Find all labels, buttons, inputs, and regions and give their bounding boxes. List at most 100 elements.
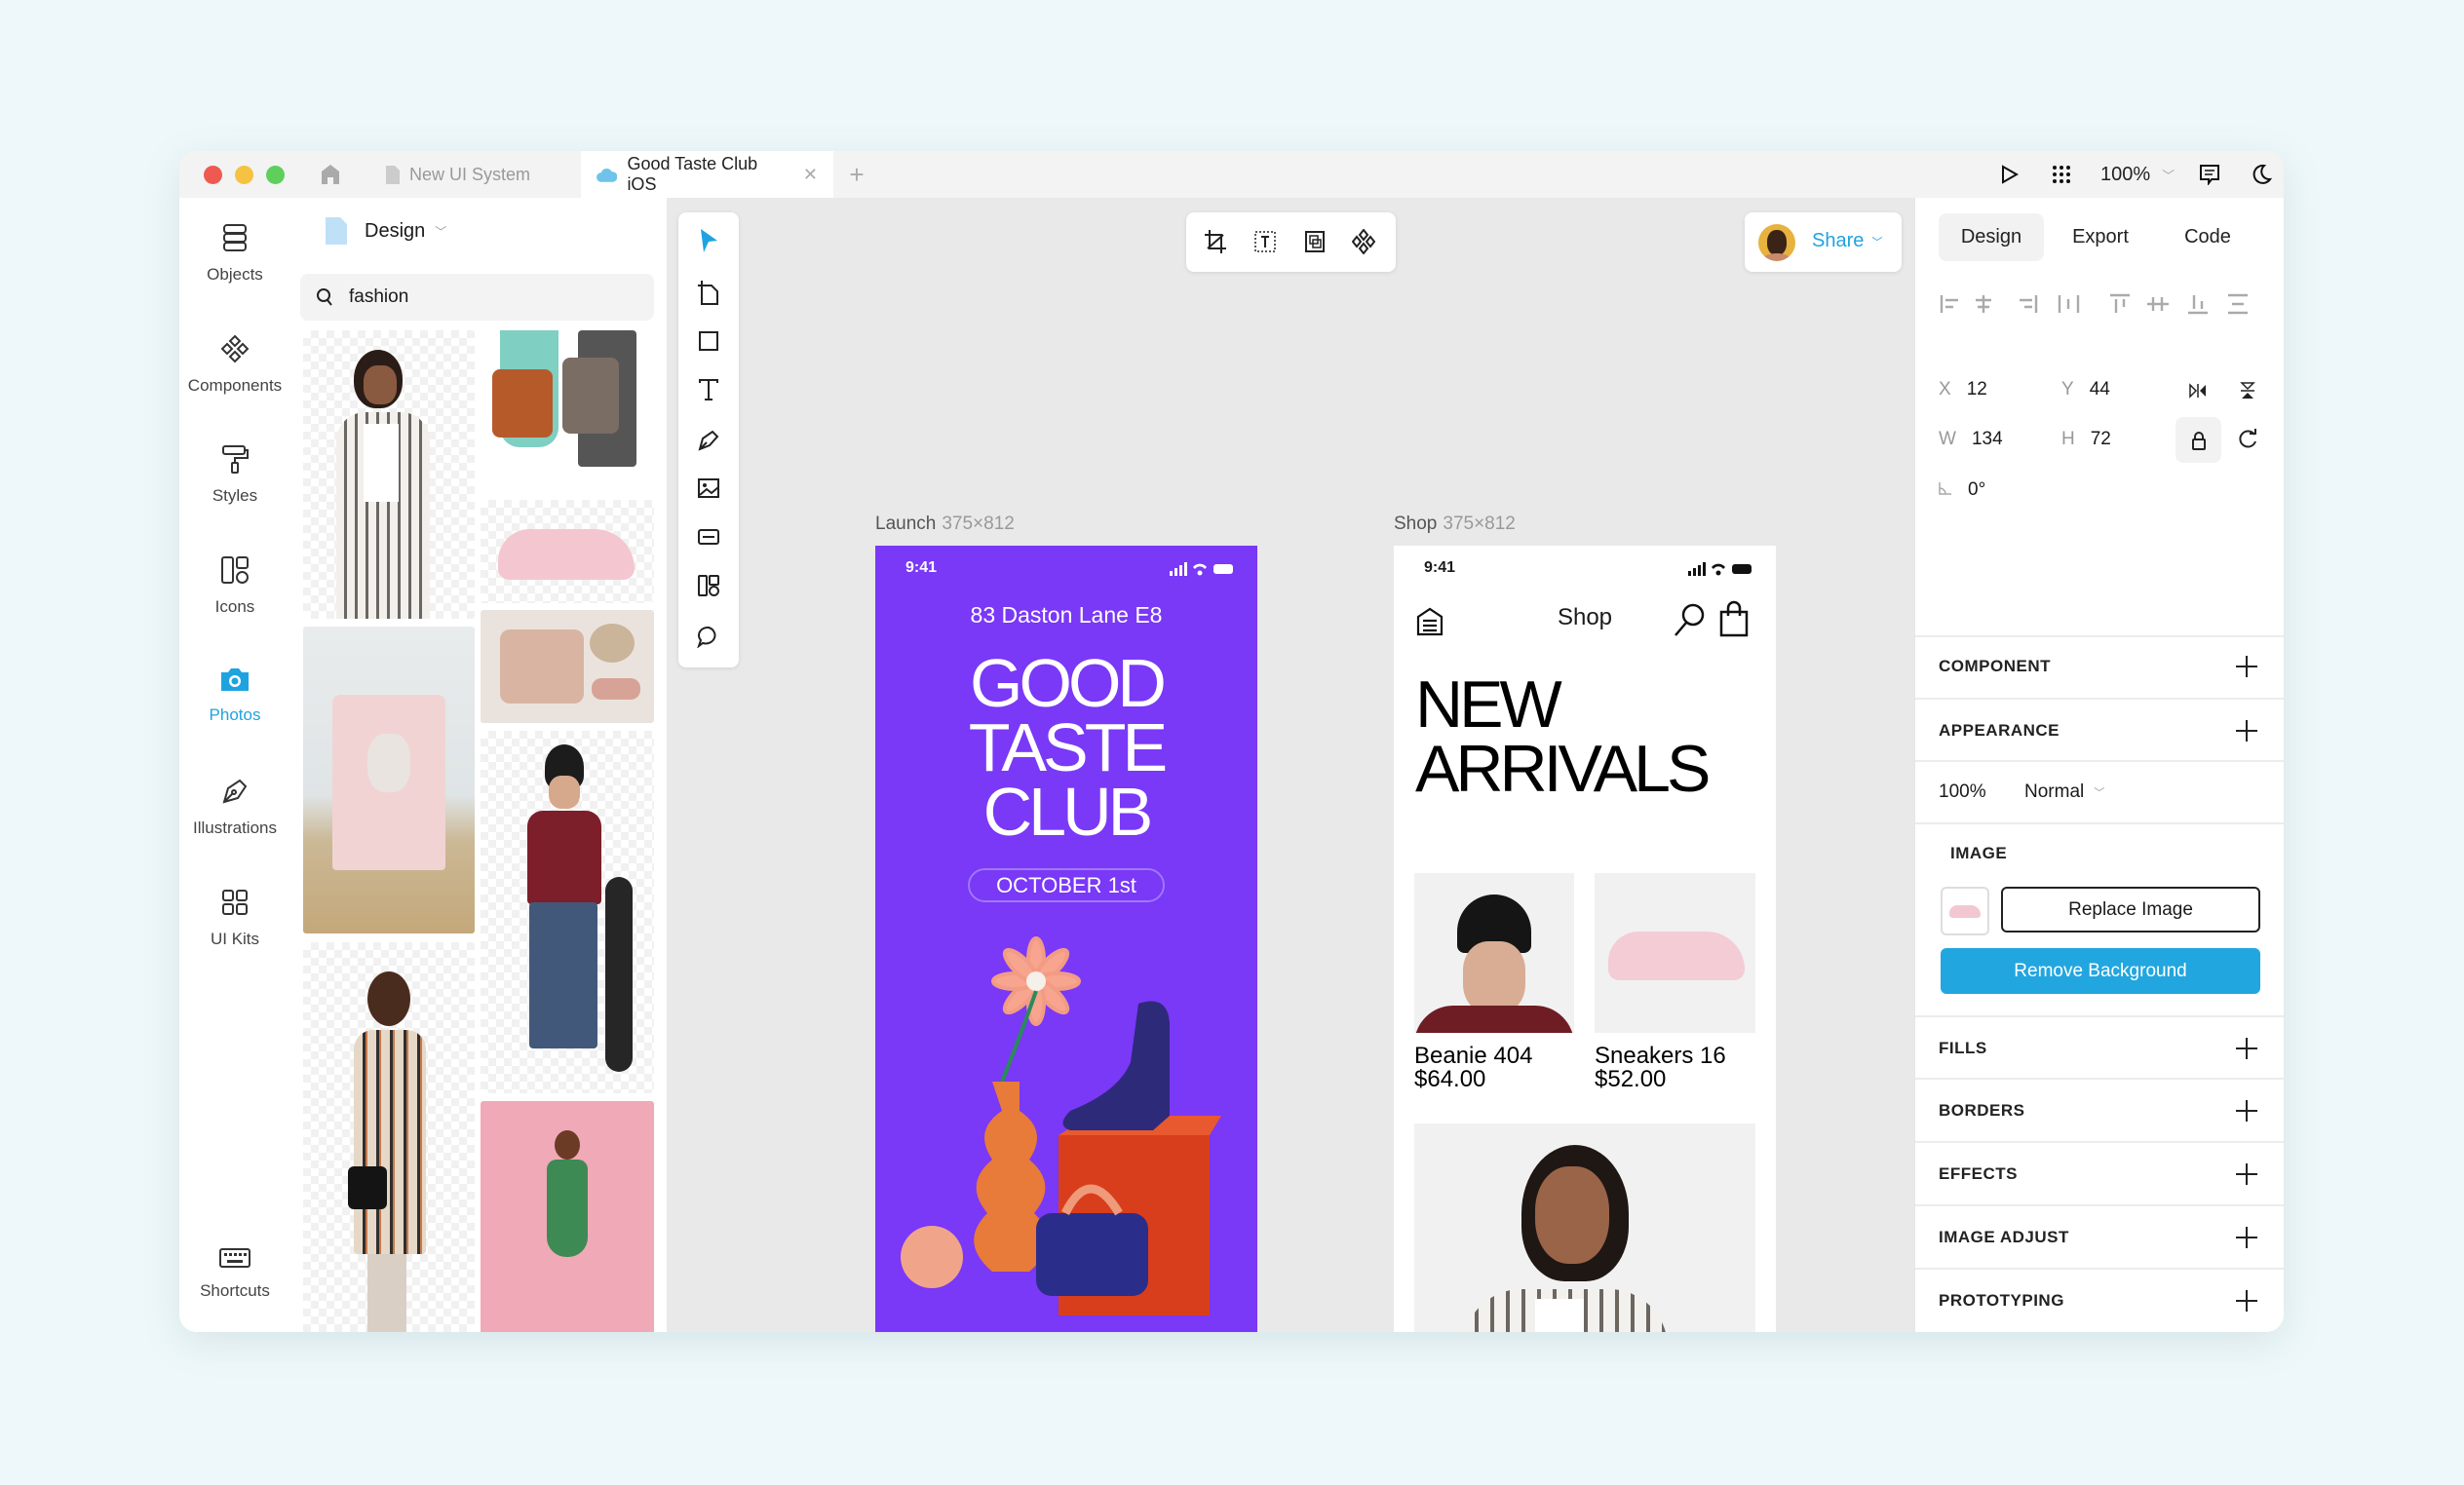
appearance-row: 100% Normal ﹀: [1915, 760, 2284, 822]
text-tool-icon[interactable]: [694, 375, 723, 404]
image-tool-icon[interactable]: [694, 474, 723, 503]
tab-design[interactable]: Design: [1939, 213, 2044, 261]
comment-icon[interactable]: [2198, 163, 2221, 186]
tab-export[interactable]: Export: [2052, 213, 2149, 261]
replace-image-button[interactable]: Replace Image: [2001, 887, 2260, 933]
add-fill-icon[interactable]: [2236, 1038, 2257, 1059]
product-image-beanie[interactable]: [1414, 873, 1574, 1033]
add-component-icon[interactable]: [2236, 656, 2257, 677]
frame-select-icon[interactable]: [1300, 227, 1329, 256]
canvas[interactable]: Share ﹀ Launch 375×812 9:41 83 Daston Lan…: [667, 198, 1914, 1332]
tab-good-taste-club-ios[interactable]: Good Taste Club iOS ✕: [581, 151, 833, 198]
product-sneakers[interactable]: Sneakers 16 $52.00: [1595, 1045, 1726, 1091]
featured-image[interactable]: [1414, 1123, 1755, 1332]
page-selector[interactable]: Design ﹀: [326, 217, 446, 245]
rail-item-illustrations[interactable]: Illustrations: [179, 777, 290, 838]
photo-woman-long-cardigan[interactable]: [303, 942, 475, 1332]
search-icon[interactable]: [1673, 602, 1706, 637]
x-field[interactable]: X 12: [1939, 379, 1987, 400]
cloud-icon: [597, 168, 618, 182]
status-icons: [1170, 562, 1238, 581]
rail-item-photos[interactable]: Photos: [179, 666, 290, 725]
rail-item-objects[interactable]: Objects: [179, 223, 290, 285]
rotate-icon[interactable]: [2236, 428, 2259, 451]
launch-frame[interactable]: 9:41 83 Daston Lane E8 GOOD TASTE CLUB O…: [875, 546, 1257, 1332]
pen-tool-icon[interactable]: [694, 425, 723, 454]
minimize-window-button[interactable]: [235, 166, 253, 184]
rail-item-shortcuts[interactable]: Shortcuts: [179, 1247, 290, 1301]
home-icon[interactable]: [319, 163, 342, 186]
text-box-icon[interactable]: [1251, 227, 1280, 256]
rail-item-styles[interactable]: Styles: [179, 444, 290, 506]
status-icons: [1688, 562, 1756, 581]
share-button[interactable]: Share ﹀: [1812, 230, 1882, 252]
database-icon: [223, 224, 247, 251]
maximize-window-button[interactable]: [266, 166, 285, 184]
section-effects: EFFECTS: [1915, 1141, 2284, 1204]
tab-new-ui-system[interactable]: New UI System: [386, 151, 530, 198]
launch-title: GOOD TASTE CLUB: [968, 645, 1168, 850]
avatar[interactable]: [1758, 224, 1795, 261]
moon-icon[interactable]: [2250, 163, 2273, 186]
add-border-icon[interactable]: [2236, 1100, 2257, 1122]
blend-mode-dropdown[interactable]: Normal ﹀: [2024, 781, 2104, 803]
h-field[interactable]: H 72: [2061, 429, 2111, 450]
crop-icon[interactable]: [1201, 227, 1230, 256]
rail-item-ui-kits[interactable]: UI Kits: [179, 888, 290, 949]
rail-item-icons[interactable]: Icons: [179, 555, 290, 617]
add-prototyping-icon[interactable]: [2236, 1290, 2257, 1312]
distribute-v-icon: [2228, 293, 2248, 315]
lock-aspect-icon[interactable]: [2175, 417, 2221, 463]
rail-item-components[interactable]: Components: [179, 334, 290, 396]
rotation-field[interactable]: 0°: [1939, 479, 1985, 501]
search-icon: [317, 288, 332, 306]
flip-horizontal-icon[interactable]: [2186, 379, 2210, 402]
photo-people-with-bags[interactable]: [481, 330, 654, 492]
remove-background-button[interactable]: Remove Background: [1941, 948, 2260, 994]
new-tab-button[interactable]: +: [845, 160, 868, 189]
rectangle-tool-icon[interactable]: [694, 326, 723, 356]
icons-tool-icon[interactable]: [694, 571, 723, 600]
angle-icon: [1939, 479, 1952, 500]
frame-label-shop[interactable]: Shop 375×812: [1394, 514, 1516, 535]
add-effect-icon[interactable]: [2236, 1163, 2257, 1185]
move-tool-icon[interactable]: [694, 226, 723, 255]
frame-label-launch[interactable]: Launch 375×812: [875, 514, 1015, 535]
photo-man-skateboard[interactable]: [481, 731, 654, 1093]
image-thumbnail[interactable]: [1941, 887, 1989, 935]
comment-tool-icon[interactable]: [694, 622, 723, 651]
search-input[interactable]: fashion: [300, 274, 654, 321]
align-center-h-icon: [1976, 295, 1991, 313]
photo-woman-striped-blazer[interactable]: [303, 330, 475, 619]
w-field[interactable]: W 134: [1939, 429, 2003, 450]
add-appearance-icon[interactable]: [2236, 720, 2257, 742]
shop-frame[interactable]: 9:41 Shop NEW ARRIVALS Beanie 404 $64.00…: [1394, 546, 1776, 1332]
photo-woman-green-dress[interactable]: [481, 1101, 654, 1332]
play-icon[interactable]: [1998, 163, 2021, 186]
shop-headline: NEW ARRIVALS: [1415, 667, 1711, 806]
input-tool-icon[interactable]: [694, 522, 723, 552]
shopping-bag-icon[interactable]: [1717, 600, 1751, 637]
photo-pink-tshirt[interactable]: [303, 627, 475, 933]
opacity-field[interactable]: 100%: [1939, 781, 1986, 803]
flip-vertical-icon[interactable]: [2236, 379, 2259, 402]
photo-flatlay-outfit[interactable]: [481, 610, 654, 723]
tool-bar: [678, 212, 739, 667]
section-image-adjust: IMAGE ADJUST: [1915, 1204, 2284, 1268]
close-tab-icon[interactable]: ✕: [803, 165, 818, 185]
product-beanie[interactable]: Beanie 404 $64.00: [1414, 1045, 1532, 1091]
product-image-sneakers[interactable]: [1595, 873, 1755, 1033]
close-window-button[interactable]: [204, 166, 222, 184]
frame-tool-icon[interactable]: [694, 278, 723, 307]
keyboard-icon: [219, 1248, 250, 1268]
zoom-dropdown[interactable]: 100% ﹀: [2100, 164, 2175, 186]
add-image-adjust-icon[interactable]: [2236, 1227, 2257, 1248]
component-icon[interactable]: [1349, 227, 1378, 256]
photo-pink-sneakers[interactable]: [481, 500, 654, 603]
y-field[interactable]: Y 44: [2061, 379, 2110, 400]
align-left-icon: [1940, 295, 1958, 313]
section-fills: FILLS: [1915, 1015, 2284, 1078]
apps-grid-icon[interactable]: [2050, 163, 2073, 186]
tab-code[interactable]: Code: [2159, 213, 2256, 261]
image-tools-bar: [1186, 212, 1396, 272]
